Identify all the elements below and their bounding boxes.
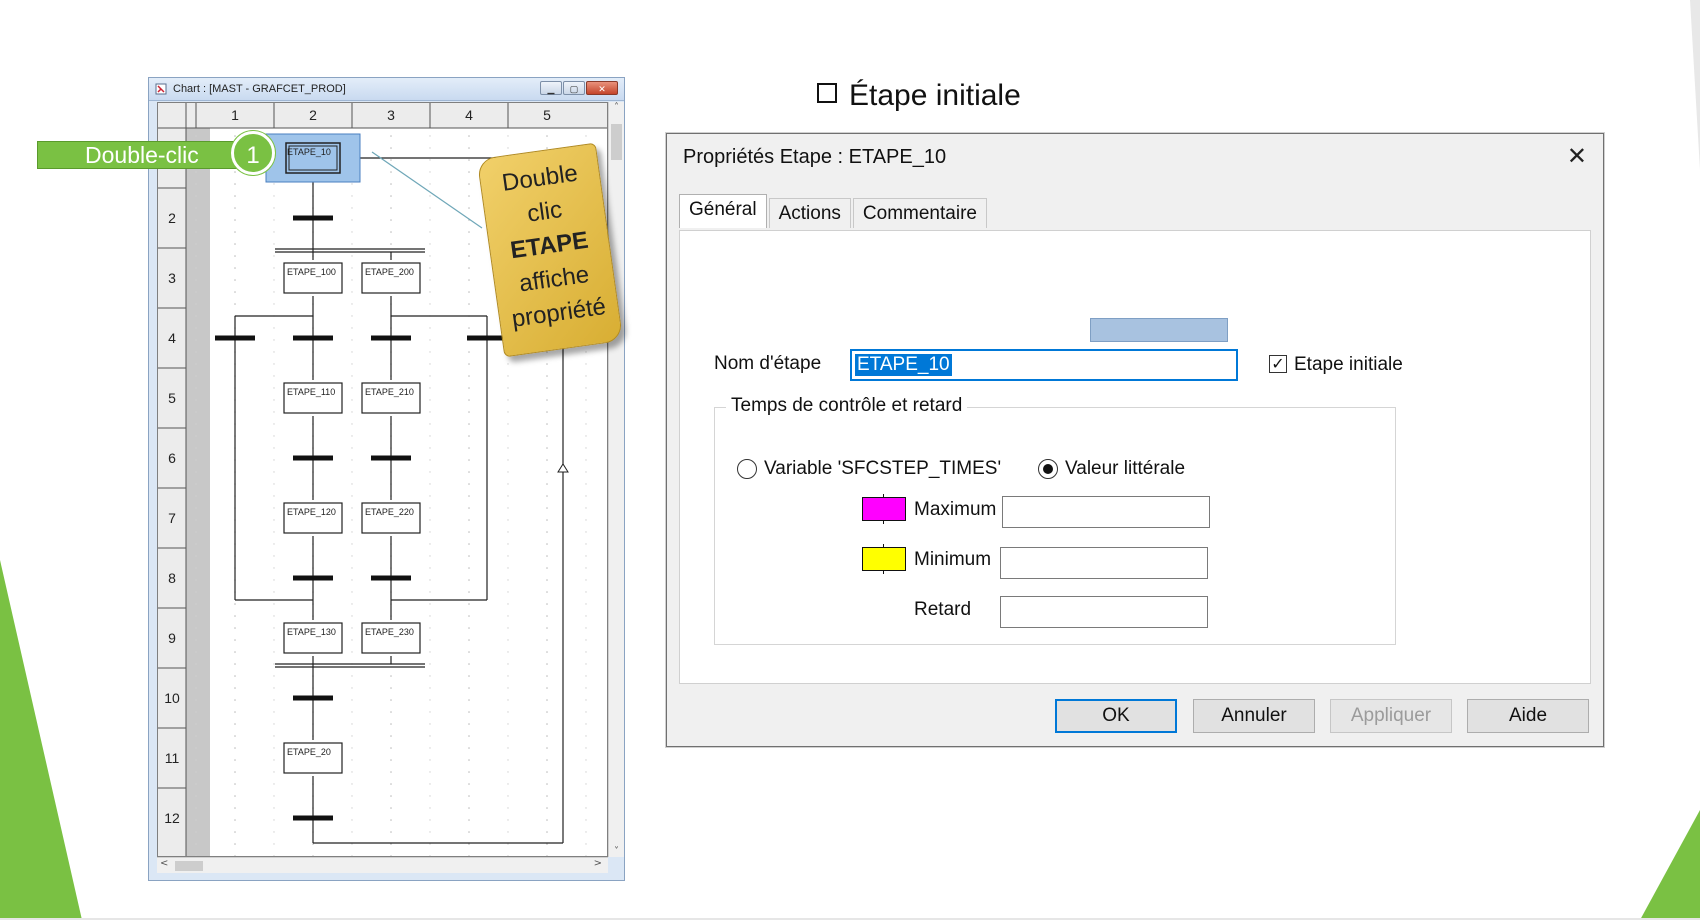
tab-actions[interactable]: Actions (768, 198, 851, 228)
dialog-title: Propriétés Etape : ETAPE_10 (683, 146, 947, 168)
radio-literal-label[interactable]: Valeur littérale (1065, 458, 1185, 480)
help-button[interactable]: Aide (1467, 699, 1589, 733)
step-properties-dialog: Propriétés Etape : ETAPE_10 ✕ Général Ac… (666, 133, 1604, 747)
timing-group-title: Temps de contrôle et retard (726, 395, 968, 417)
minimum-label: Minimum (914, 549, 992, 570)
minimum-input[interactable] (1000, 547, 1208, 579)
initial-step-checkbox[interactable]: ✓ (1269, 355, 1287, 373)
drag-highlight (1090, 318, 1228, 342)
step-name-label: Nom d'étape (714, 353, 822, 374)
radio-variable-label[interactable]: Variable 'SFCSTEP_TIMES' (764, 458, 1001, 480)
double-click-callout: Double-clic (37, 141, 259, 169)
apply-button[interactable]: Appliquer (1330, 699, 1452, 733)
callout-number-badge: 1 (231, 131, 275, 175)
delay-input[interactable] (1000, 596, 1208, 628)
tab-comment[interactable]: Commentaire (852, 198, 987, 228)
tab-general[interactable]: Général (679, 194, 767, 228)
close-icon[interactable]: ✕ (1567, 142, 1587, 170)
ok-button[interactable]: OK (1055, 699, 1177, 733)
radio-literal[interactable] (1038, 459, 1058, 479)
minimum-color-swatch[interactable] (862, 544, 906, 574)
maximum-color-swatch[interactable] (862, 494, 906, 524)
maximum-label: Maximum (914, 499, 997, 520)
radio-variable[interactable] (737, 459, 757, 479)
delay-label: Retard (914, 599, 972, 620)
maximum-input[interactable] (1002, 496, 1210, 528)
general-tab-panel: Nom d'étape ETAPE_10 ✓ Etape initiale Te… (679, 230, 1591, 684)
cancel-button[interactable]: Annuler (1193, 699, 1315, 733)
step-name-input[interactable]: ETAPE_10 (850, 349, 1238, 381)
initial-step-label[interactable]: Etape initiale (1294, 354, 1403, 376)
step-name-value: ETAPE_10 (855, 354, 952, 376)
tab-bar: Général Actions Commentaire (679, 194, 989, 228)
